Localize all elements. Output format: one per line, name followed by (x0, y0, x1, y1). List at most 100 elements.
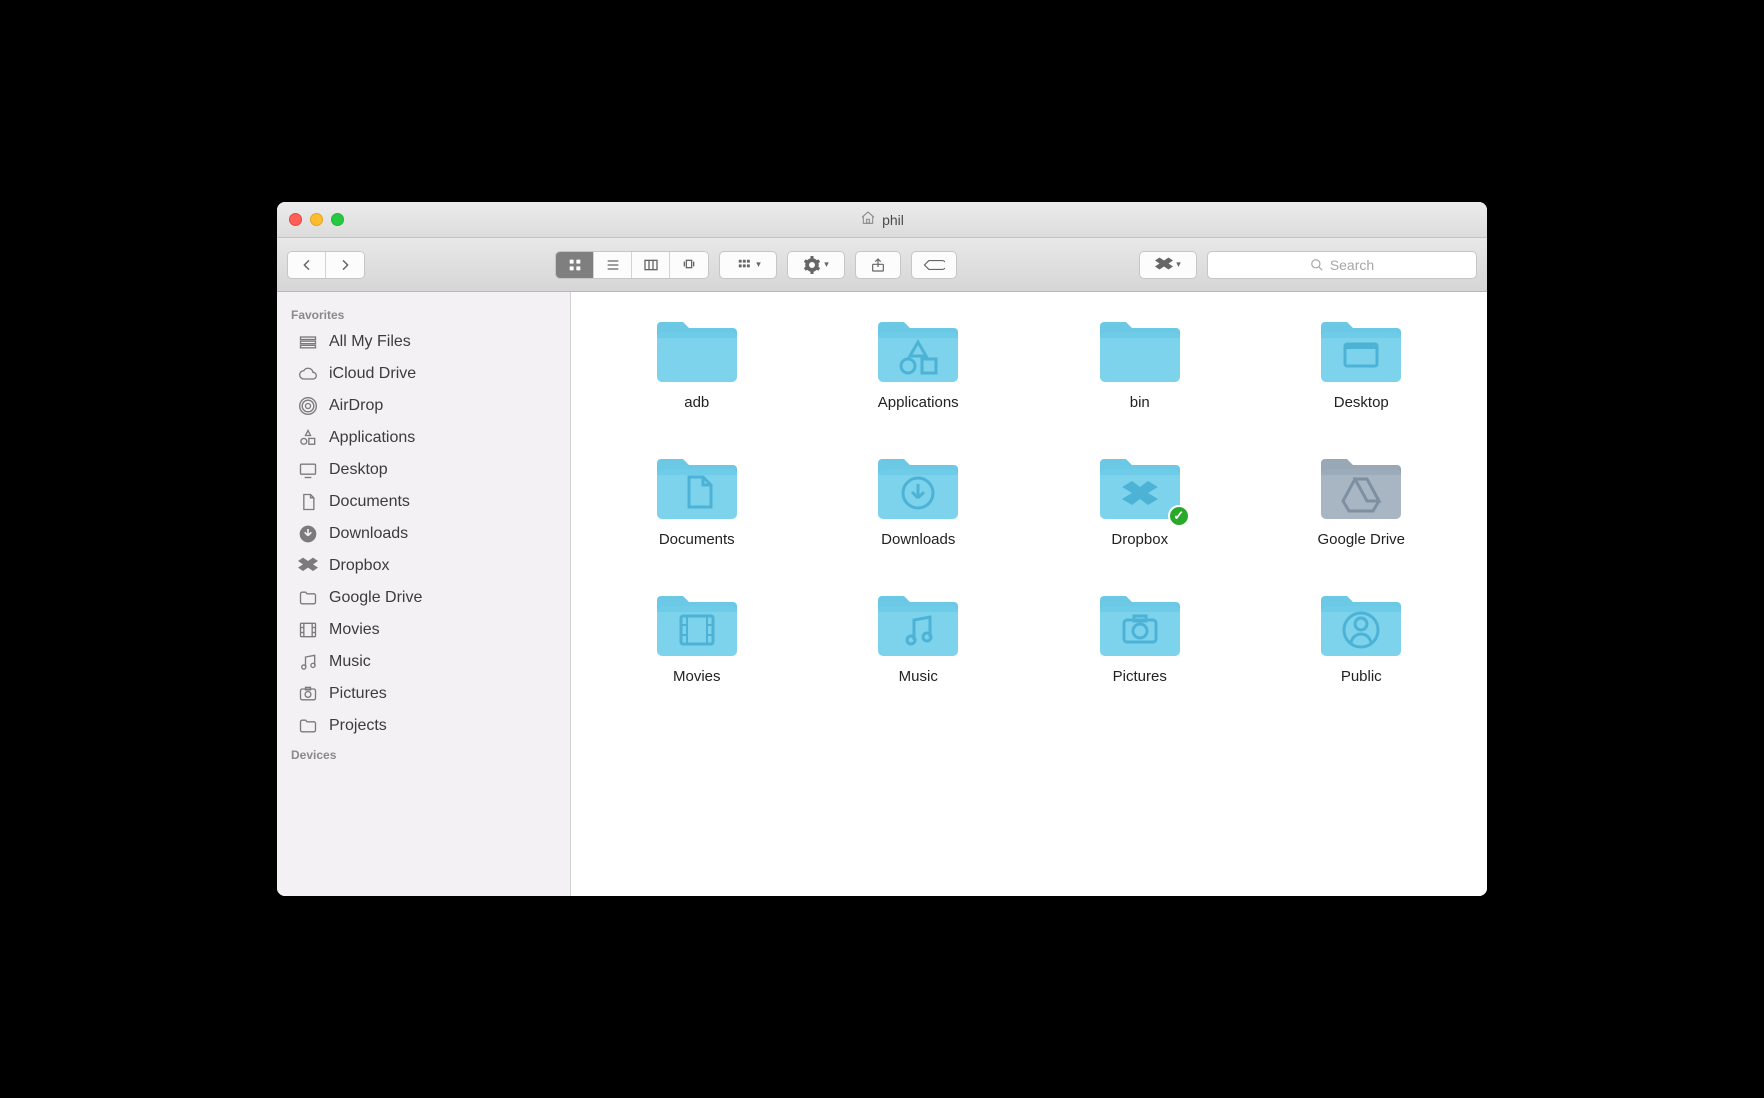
folder-item-desktop[interactable]: Desktop (1256, 314, 1468, 411)
window-body: FavoritesAll My FilesiCloud DriveAirDrop… (277, 292, 1487, 896)
folder-item-applications[interactable]: Applications (813, 314, 1025, 411)
folder-icon (872, 451, 964, 523)
folder-icon (651, 314, 743, 386)
toolbar: ▾ ▾ ▾ Search (277, 238, 1487, 292)
minimize-button[interactable] (310, 213, 323, 226)
folder-icon (651, 588, 743, 660)
coverflow-view-button[interactable] (670, 252, 708, 278)
folder-label: Google Drive (1317, 531, 1405, 548)
folder-label: Documents (659, 531, 735, 548)
folder-label: Music (899, 668, 938, 685)
search-field[interactable]: Search (1207, 251, 1477, 279)
folder-item-music[interactable]: Music (813, 588, 1025, 685)
all-files-icon (297, 331, 319, 353)
sidebar-item-google-drive[interactable]: Google Drive (277, 582, 570, 614)
sidebar-item-all-my-files[interactable]: All My Files (277, 326, 570, 358)
forward-button[interactable] (326, 252, 364, 278)
window-title: phil (882, 212, 904, 228)
dropbox-toolbar-button[interactable]: ▾ (1139, 251, 1197, 279)
sidebar-item-label: All My Files (329, 333, 411, 351)
sidebar-item-music[interactable]: Music (277, 646, 570, 678)
sidebar-item-desktop[interactable]: Desktop (277, 454, 570, 486)
folder-item-documents[interactable]: Documents (591, 451, 803, 548)
tags-button[interactable] (911, 251, 957, 279)
desktop-icon (297, 459, 319, 481)
sidebar-item-downloads[interactable]: Downloads (277, 518, 570, 550)
folder-icon (872, 588, 964, 660)
home-icon (860, 210, 876, 229)
folder-icon (1315, 588, 1407, 660)
sidebar: FavoritesAll My FilesiCloud DriveAirDrop… (277, 292, 571, 896)
arrange-button[interactable]: ▾ (719, 251, 777, 279)
folder-item-dropbox[interactable]: ✓Dropbox (1034, 451, 1246, 548)
folder-item-adb[interactable]: adb (591, 314, 803, 411)
sidebar-item-label: Projects (329, 717, 387, 735)
chevron-down-icon: ▾ (824, 259, 829, 270)
action-button[interactable]: ▾ (787, 251, 845, 279)
view-segment (555, 251, 709, 279)
dropbox-icon (297, 555, 319, 577)
folder-icon: ✓ (1094, 451, 1186, 523)
folder-grid: adb Applications bin Desktop Documents Downlo… (591, 314, 1467, 685)
sidebar-item-documents[interactable]: Documents (277, 486, 570, 518)
sidebar-item-pictures[interactable]: Pictures (277, 678, 570, 710)
content-area[interactable]: adb Applications bin Desktop Documents Downlo… (571, 292, 1487, 896)
folder-item-movies[interactable]: Movies (591, 588, 803, 685)
back-button[interactable] (288, 252, 326, 278)
sidebar-item-movies[interactable]: Movies (277, 614, 570, 646)
sidebar-item-label: Music (329, 653, 371, 671)
sidebar-item-label: Google Drive (329, 589, 422, 607)
pictures-icon (297, 683, 319, 705)
sidebar-item-projects[interactable]: Projects (277, 710, 570, 742)
sidebar-item-label: Applications (329, 429, 415, 447)
applications-icon (297, 427, 319, 449)
folder-label: adb (684, 394, 709, 411)
folder-label: Pictures (1113, 668, 1167, 685)
airdrop-icon (297, 395, 319, 417)
sidebar-item-label: Pictures (329, 685, 387, 703)
sidebar-item-label: Documents (329, 493, 410, 511)
sidebar-item-airdrop[interactable]: AirDrop (277, 390, 570, 422)
folder-label: Applications (878, 394, 959, 411)
column-view-button[interactable] (632, 252, 670, 278)
folder-icon (872, 314, 964, 386)
sidebar-item-icloud-drive[interactable]: iCloud Drive (277, 358, 570, 390)
folder-item-downloads[interactable]: Downloads (813, 451, 1025, 548)
folder-icon (1094, 588, 1186, 660)
folder-icon (1315, 314, 1407, 386)
icon-view-button[interactable] (556, 252, 594, 278)
folder-label: Desktop (1334, 394, 1389, 411)
folder-icon (1315, 451, 1407, 523)
sidebar-item-label: Desktop (329, 461, 388, 479)
share-button[interactable] (855, 251, 901, 279)
folder-icon (297, 587, 319, 609)
folder-item-bin[interactable]: bin (1034, 314, 1246, 411)
sidebar-item-applications[interactable]: Applications (277, 422, 570, 454)
traffic-lights (277, 213, 344, 226)
list-view-button[interactable] (594, 252, 632, 278)
titlebar: phil (277, 202, 1487, 238)
nav-segment (287, 251, 365, 279)
folder-icon (651, 451, 743, 523)
folder-item-google-drive[interactable]: Google Drive (1256, 451, 1468, 548)
folder-label: Dropbox (1111, 531, 1168, 548)
folder-item-pictures[interactable]: Pictures (1034, 588, 1246, 685)
sidebar-item-label: Movies (329, 621, 380, 639)
folder-icon (1094, 314, 1186, 386)
folder-label: Downloads (881, 531, 955, 548)
folder-item-public[interactable]: Public (1256, 588, 1468, 685)
sidebar-item-label: AirDrop (329, 397, 383, 415)
search-icon (1310, 258, 1324, 272)
sidebar-section-label: Devices (277, 742, 570, 766)
sidebar-item-label: iCloud Drive (329, 365, 416, 383)
close-button[interactable] (289, 213, 302, 226)
documents-icon (297, 491, 319, 513)
sync-ok-badge: ✓ (1168, 505, 1190, 527)
folder-label: bin (1130, 394, 1150, 411)
sidebar-item-dropbox[interactable]: Dropbox (277, 550, 570, 582)
sidebar-item-label: Downloads (329, 525, 408, 543)
zoom-button[interactable] (331, 213, 344, 226)
chevron-down-icon: ▾ (756, 259, 761, 270)
search-placeholder: Search (1330, 257, 1374, 273)
folder-label: Public (1341, 668, 1382, 685)
